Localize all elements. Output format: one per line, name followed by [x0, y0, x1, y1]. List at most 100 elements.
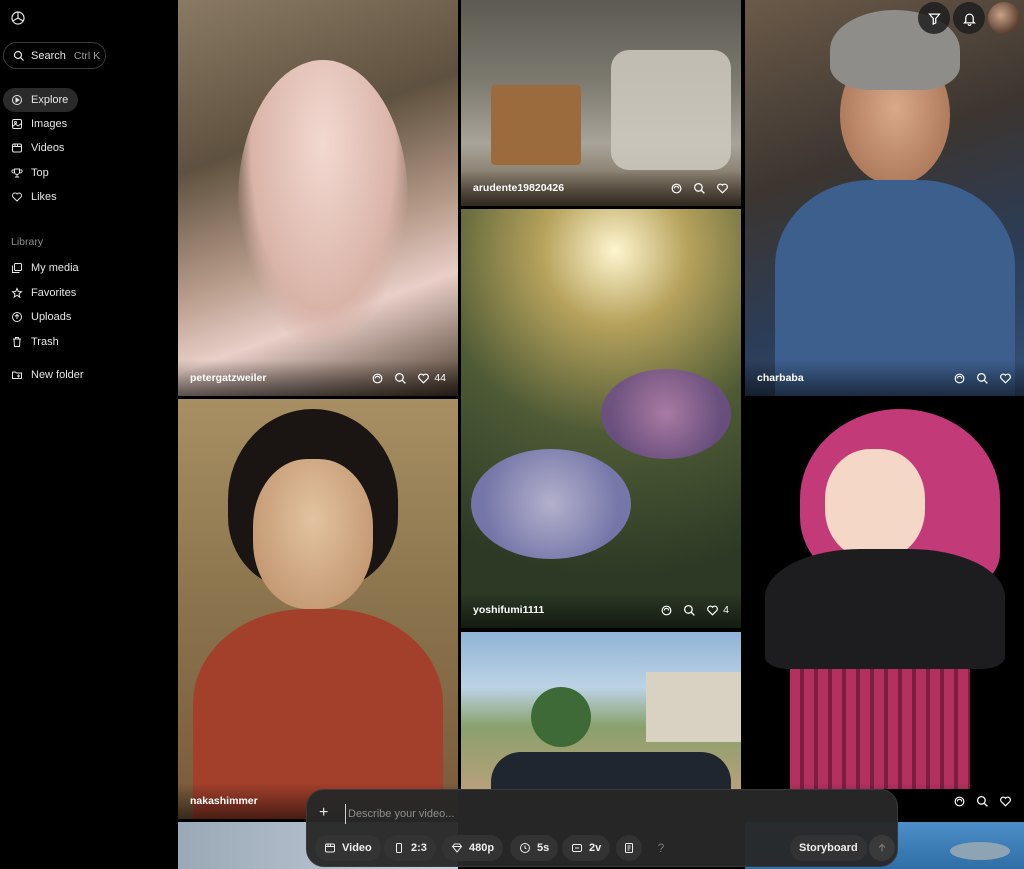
filter-button[interactable] [918, 2, 950, 34]
tile-username[interactable]: charbaba [757, 372, 953, 384]
nav-trash[interactable]: Trash [3, 330, 103, 354]
new-folder-button[interactable]: New folder [3, 363, 113, 387]
aspect-label: 2:3 [411, 842, 427, 854]
nav-favorites[interactable]: Favorites [3, 281, 103, 305]
remix-icon[interactable] [953, 795, 966, 808]
remix-icon[interactable] [953, 372, 966, 385]
gallery-tile[interactable]: charbaba [745, 0, 1024, 396]
notifications-button[interactable] [953, 2, 985, 34]
resolution-selector[interactable]: 480p [442, 835, 504, 861]
resolution-label: 480p [469, 842, 495, 854]
tile-username[interactable]: arudente19820426 [473, 182, 670, 194]
tile-image-jacket [765, 549, 1005, 669]
tile-meta: petergatzweiler 44 [178, 360, 458, 396]
prompt-composer: + Video 2:3 480p 5s 2v ? Storyboard [306, 789, 898, 867]
search-shortcut: Ctrl K [73, 49, 101, 62]
new-folder-label: New folder [31, 369, 84, 381]
clock-icon [520, 843, 530, 853]
search-icon[interactable] [683, 604, 696, 617]
phone-portrait-icon [396, 843, 402, 853]
image-icon [12, 119, 22, 129]
nav-videos[interactable]: Videos [3, 136, 78, 160]
help-button[interactable]: ? [648, 835, 674, 861]
nav-top[interactable]: Top [3, 161, 78, 185]
trash-icon [13, 337, 21, 347]
aspect-ratio-selector[interactable]: 2:3 [384, 835, 436, 861]
storyboard-label: Storyboard [799, 842, 858, 854]
heart-icon [1000, 796, 1011, 807]
nav-my-media-label: My media [31, 262, 79, 274]
gallery-tile[interactable]: arudente19820426 [461, 0, 741, 206]
heart-icon [12, 192, 22, 202]
tile-image-skirt [790, 669, 970, 789]
gallery-tile[interactable]: petergatzweiler 44 [178, 0, 458, 396]
nav-images-label: Images [31, 118, 68, 130]
tile-username[interactable]: petergatzweiler [190, 372, 371, 384]
folder-plus-icon [12, 371, 22, 379]
tile-image-flowers [471, 449, 631, 559]
tile-image-building [646, 672, 741, 742]
search-button[interactable]: Search Ctrl K [3, 42, 106, 69]
prompt-input[interactable] [345, 804, 865, 824]
openai-logo-icon[interactable] [9, 9, 27, 27]
nav-likes[interactable]: Likes [3, 185, 78, 209]
document-icon [625, 843, 633, 853]
like-button[interactable] [716, 182, 729, 195]
remix-icon[interactable] [371, 372, 384, 385]
search-icon[interactable] [976, 372, 989, 385]
nav-my-media[interactable]: My media [3, 256, 103, 280]
nav-trash-label: Trash [31, 336, 59, 348]
nav-likes-label: Likes [31, 191, 57, 203]
variants-selector[interactable]: 2v [562, 835, 611, 861]
search-icon[interactable] [394, 372, 407, 385]
tile-image-dolphin [950, 842, 1010, 860]
remix-icon[interactable] [660, 604, 673, 617]
gallery-tile[interactable] [461, 632, 741, 790]
like-button[interactable]: 44 [417, 372, 446, 385]
nav-explore[interactable]: Explore [3, 88, 78, 112]
tile-image-face [825, 449, 925, 559]
tile-image [238, 60, 408, 340]
arrow-up-icon [878, 843, 886, 852]
nav-top-label: Top [31, 167, 49, 179]
bell-icon [962, 13, 976, 26]
media-icon [12, 263, 22, 273]
search-icon[interactable] [693, 182, 706, 195]
tile-meta: charbaba [745, 360, 1024, 396]
like-button[interactable]: 4 [706, 604, 729, 617]
tile-meta: yoshifumi1111 4 [461, 592, 741, 628]
film-icon [325, 843, 335, 853]
tile-image-flowers-2 [601, 369, 731, 459]
tile-username[interactable]: yoshifumi1111 [473, 604, 660, 616]
search-icon[interactable] [976, 795, 989, 808]
heart-icon [418, 373, 430, 384]
remix-icon[interactable] [670, 182, 683, 195]
storyboard-button[interactable]: Storyboard [790, 835, 867, 861]
gallery-tile[interactable] [745, 399, 1024, 819]
nav-uploads[interactable]: Uploads [3, 305, 103, 329]
gallery-tile[interactable]: yoshifumi1111 4 [461, 209, 741, 628]
nav-uploads-label: Uploads [31, 311, 72, 323]
add-attachment-button[interactable]: + [319, 804, 328, 822]
trophy-icon [11, 168, 23, 178]
submit-button[interactable] [869, 835, 895, 861]
type-selector[interactable]: Video [315, 835, 381, 861]
library-heading: Library [11, 236, 44, 248]
tile-meta: arudente19820426 [461, 170, 741, 206]
duration-label: 5s [537, 842, 550, 854]
film-icon [12, 143, 22, 153]
duration-selector[interactable]: 5s [510, 835, 559, 861]
help-label: ? [657, 841, 665, 855]
presets-button[interactable] [616, 835, 642, 861]
tile-image-face [253, 459, 373, 609]
gallery-tile[interactable]: nakashimmer [178, 399, 458, 819]
play-circle-icon [12, 95, 22, 105]
like-button[interactable] [999, 795, 1012, 808]
like-button[interactable] [999, 372, 1012, 385]
star-icon [11, 287, 23, 299]
nav-images[interactable]: Images [3, 112, 78, 136]
variants-icon [572, 844, 582, 852]
tile-image [611, 50, 731, 170]
upload-icon [12, 312, 22, 322]
avatar[interactable] [988, 2, 1020, 34]
